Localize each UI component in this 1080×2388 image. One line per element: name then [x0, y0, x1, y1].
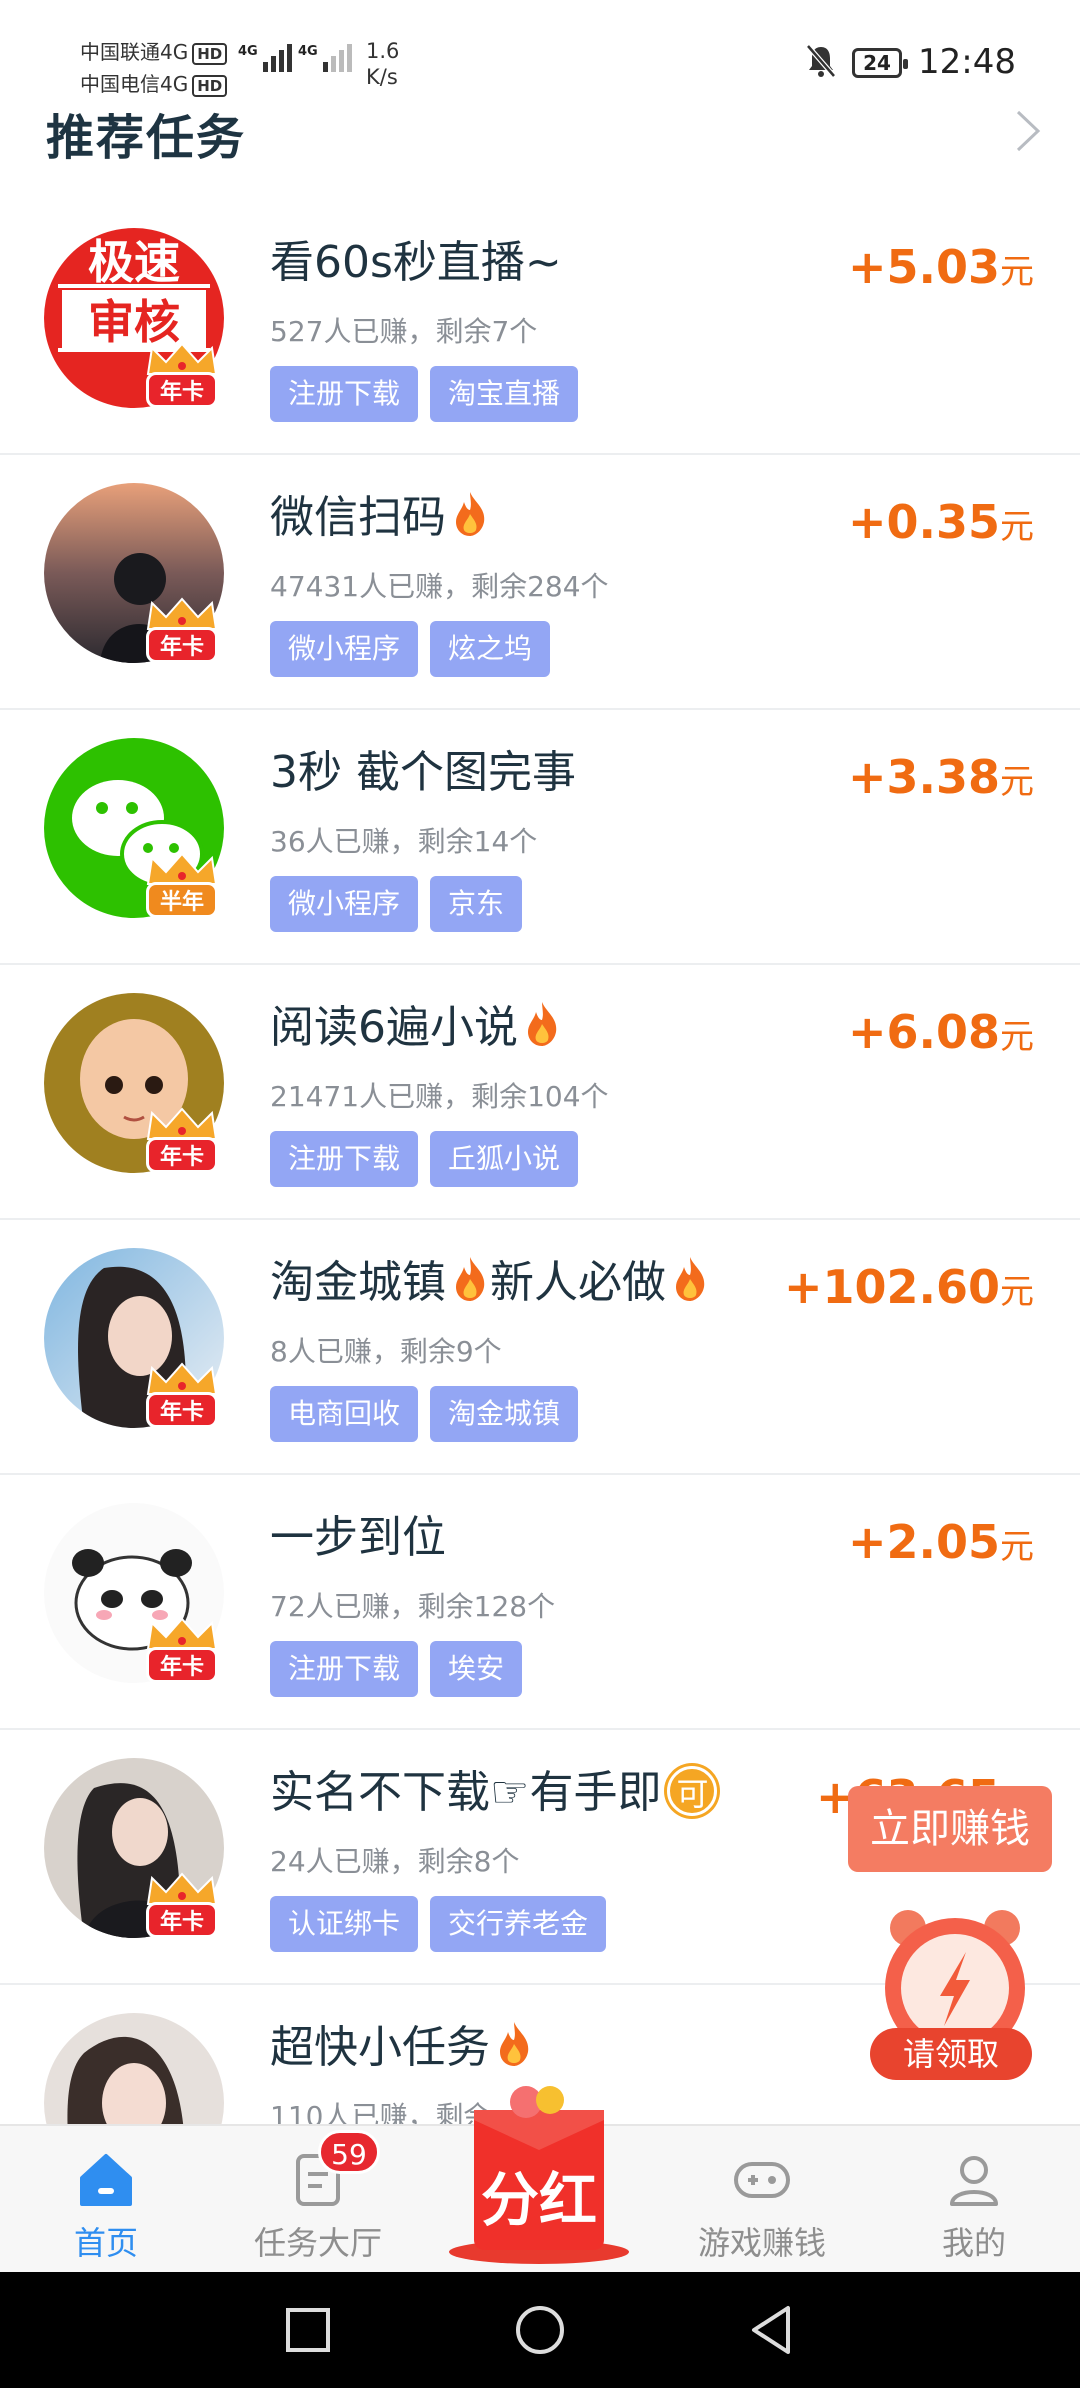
task-title: 超快小任务	[270, 2011, 534, 2075]
task-reward: +102.60元	[783, 1260, 1034, 1314]
task-tag: 交行养老金	[430, 1896, 607, 1952]
chevron-right-icon[interactable]	[1010, 108, 1046, 154]
task-tags: 注册下载 丘狐小说	[270, 1131, 579, 1187]
task-tag: 认证绑卡	[270, 1896, 419, 1952]
fire-icon	[500, 2022, 529, 2066]
task-reward: +2.05元	[847, 1515, 1034, 1569]
task-title: 阅读6遍小说	[270, 991, 562, 1055]
task-title: 淘金城镇 新人必做	[270, 1246, 710, 1310]
fire-icon	[456, 1257, 485, 1301]
task-item[interactable]: 半年 3秒 截个图完事 36人已赚，剩余14个 微小程序 京东 +3.38元	[0, 710, 1080, 965]
task-reward: +0.35元	[847, 495, 1034, 549]
nav-games-label: 游戏赚钱	[697, 2224, 826, 2262]
task-reward: +5.03元	[847, 240, 1034, 294]
task-tag: 淘金城镇	[430, 1386, 579, 1442]
battery-icon: 24	[852, 48, 908, 78]
task-stats: 24人已赚，剩余8个	[270, 1845, 520, 1878]
task-item[interactable]: 年卡 阅读6遍小说 21471人已赚，剩余104个 注册下载 丘狐小说 +6.0…	[0, 965, 1080, 1220]
task-tag: 注册下载	[270, 366, 419, 422]
task-title: 3秒 截个图完事	[270, 747, 576, 798]
membership-badge: 年卡	[136, 342, 228, 414]
task-tag: 埃安	[430, 1641, 523, 1697]
status-bar: 中国联通4G HD 中国电信4G HD 4G 4G 1.6 K/s 24 12:48	[0, 0, 1080, 100]
membership-badge: 年卡	[136, 1872, 228, 1944]
home-circle-icon[interactable]	[512, 2302, 568, 2358]
task-tag: 注册下载	[270, 1131, 419, 1187]
task-stats: 47431人已赚，剩余284个	[270, 570, 609, 603]
fire-icon	[528, 1002, 557, 1046]
nav-home-label: 首页	[73, 2224, 138, 2262]
task-tag: 微小程序	[270, 621, 419, 677]
task-title: 看60s秒直播~	[270, 237, 562, 288]
fire-icon	[676, 1257, 705, 1301]
nav-games[interactable]: 游戏赚钱	[672, 2126, 852, 2274]
task-stats: 72人已赚，剩余128个	[270, 1590, 556, 1623]
page-title: 推荐任务	[46, 110, 247, 166]
back-icon[interactable]	[744, 2302, 800, 2358]
signal-icon: 4G	[238, 44, 292, 72]
bell-muted-icon	[806, 44, 836, 78]
earn-now-button[interactable]: 立即赚钱	[848, 1786, 1052, 1872]
task-tag: 京东	[430, 876, 523, 932]
task-tags: 注册下载 淘宝直播	[270, 366, 579, 422]
bonus-red-envelope-button[interactable]: 分红	[446, 2080, 632, 2266]
task-reward: +3.38元	[847, 750, 1034, 804]
fire-icon	[456, 492, 485, 536]
task-count-badge: 59	[318, 2130, 380, 2174]
task-tags: 注册下载 埃安	[270, 1641, 523, 1697]
ke-badge-icon: 可	[667, 1766, 718, 1816]
task-stats: 8人已赚，剩余9个	[270, 1335, 502, 1368]
membership-badge: 年卡	[136, 1107, 228, 1179]
task-title: 一步到位	[270, 1512, 446, 1563]
task-reward: +6.08元	[847, 1005, 1034, 1059]
task-tag: 注册下载	[270, 1641, 419, 1697]
membership-badge: 半年	[136, 852, 228, 924]
system-nav-bar	[0, 2272, 1080, 2388]
task-tag: 淘宝直播	[430, 366, 579, 422]
task-item[interactable]: 年卡 微信扫码 47431人已赚，剩余284个 微小程序 炫之坞 +0.35元	[0, 455, 1080, 710]
task-tags: 认证绑卡 交行养老金	[270, 1896, 607, 1952]
user-icon	[950, 2156, 998, 2206]
clock: 12:48	[918, 42, 1016, 82]
task-avatar	[44, 2013, 224, 2124]
claim-button[interactable]: 请领取	[870, 2028, 1032, 2080]
nav-mine-label: 我的	[941, 2224, 1006, 2262]
nav-tasks-label: 任务大厅	[253, 2224, 382, 2262]
carrier-1: 中国联通4G HD	[80, 36, 228, 65]
svg-text:极速: 极速	[88, 235, 180, 289]
task-tag: 丘狐小说	[430, 1131, 579, 1187]
membership-badge: 年卡	[136, 1617, 228, 1689]
task-tags: 微小程序 京东	[270, 876, 523, 932]
signal-icon: 4G	[298, 44, 352, 72]
task-item[interactable]: 极速 审核 年卡 看60s秒直播~ 527人已赚，剩余7个 注册下载 淘宝直播 …	[0, 200, 1080, 455]
task-tags: 电商回收 淘金城镇	[270, 1386, 579, 1442]
nav-mine[interactable]: 我的	[884, 2126, 1064, 2274]
task-tag: 微小程序	[270, 876, 419, 932]
carrier-2: 中国电信4G HD	[80, 68, 228, 97]
net-speed: 1.6 K/s	[366, 39, 400, 89]
task-tags: 微小程序 炫之坞	[270, 621, 551, 677]
svg-text:分红: 分红	[481, 2166, 597, 2234]
membership-badge: 年卡	[136, 1362, 228, 1434]
task-stats: 21471人已赚，剩余104个	[270, 1080, 609, 1113]
task-stats: 527人已赚，剩余7个	[270, 315, 538, 348]
task-tag: 电商回收	[270, 1386, 419, 1442]
membership-badge: 年卡	[136, 597, 228, 669]
recents-icon[interactable]	[280, 2302, 336, 2358]
svg-text:审核: 审核	[88, 295, 180, 349]
task-title: 实名不下载☞有手即可	[270, 1756, 718, 1820]
task-item[interactable]: 年卡 淘金城镇 新人必做 8人已赚，剩余9个 电商回收 淘金城镇 +102.60元	[0, 1220, 1080, 1475]
home-icon	[80, 2154, 132, 2206]
task-item[interactable]: 年卡 一步到位 72人已赚，剩余128个 注册下载 埃安 +2.05元	[0, 1475, 1080, 1730]
gamepad-icon	[734, 2162, 790, 2198]
nav-home[interactable]: 首页	[16, 2126, 196, 2274]
task-title: 微信扫码	[270, 481, 490, 545]
task-stats: 36人已赚，剩余14个	[270, 825, 538, 858]
task-tag: 炫之坞	[430, 621, 551, 677]
